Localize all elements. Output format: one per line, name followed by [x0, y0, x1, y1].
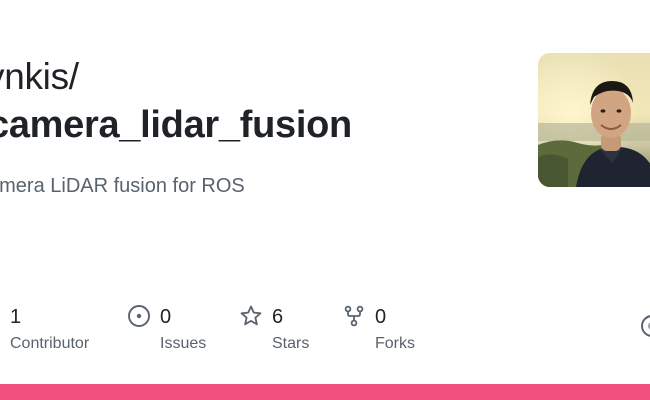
repo-name[interactable]: camera_lidar_fusion	[0, 104, 352, 147]
issues-count: 0	[160, 306, 172, 328]
star-icon	[240, 305, 262, 326]
github-mark-icon	[641, 315, 650, 337]
stars-label: Stars	[272, 335, 310, 352]
issue-circle-icon	[128, 305, 150, 327]
people-icon	[0, 304, 4, 328]
language-color-bar	[0, 384, 650, 400]
repo-owner[interactable]: ynkis/	[0, 56, 79, 98]
fork-icon	[344, 305, 364, 327]
issues-label: Issues	[160, 335, 207, 352]
stars-count: 6	[272, 306, 284, 328]
contributors-label: Contributor	[10, 335, 90, 352]
repo-social-card: ynkis/ camera_lidar_fusion amera LiDAR f…	[0, 0, 650, 400]
forks-count: 0	[375, 306, 387, 328]
repo-description: amera LiDAR fusion for ROS	[0, 175, 245, 197]
contributors-count: 1	[10, 306, 22, 328]
avatar-photo	[538, 53, 650, 187]
forks-label: Forks	[375, 335, 415, 352]
owner-avatar	[538, 53, 650, 187]
